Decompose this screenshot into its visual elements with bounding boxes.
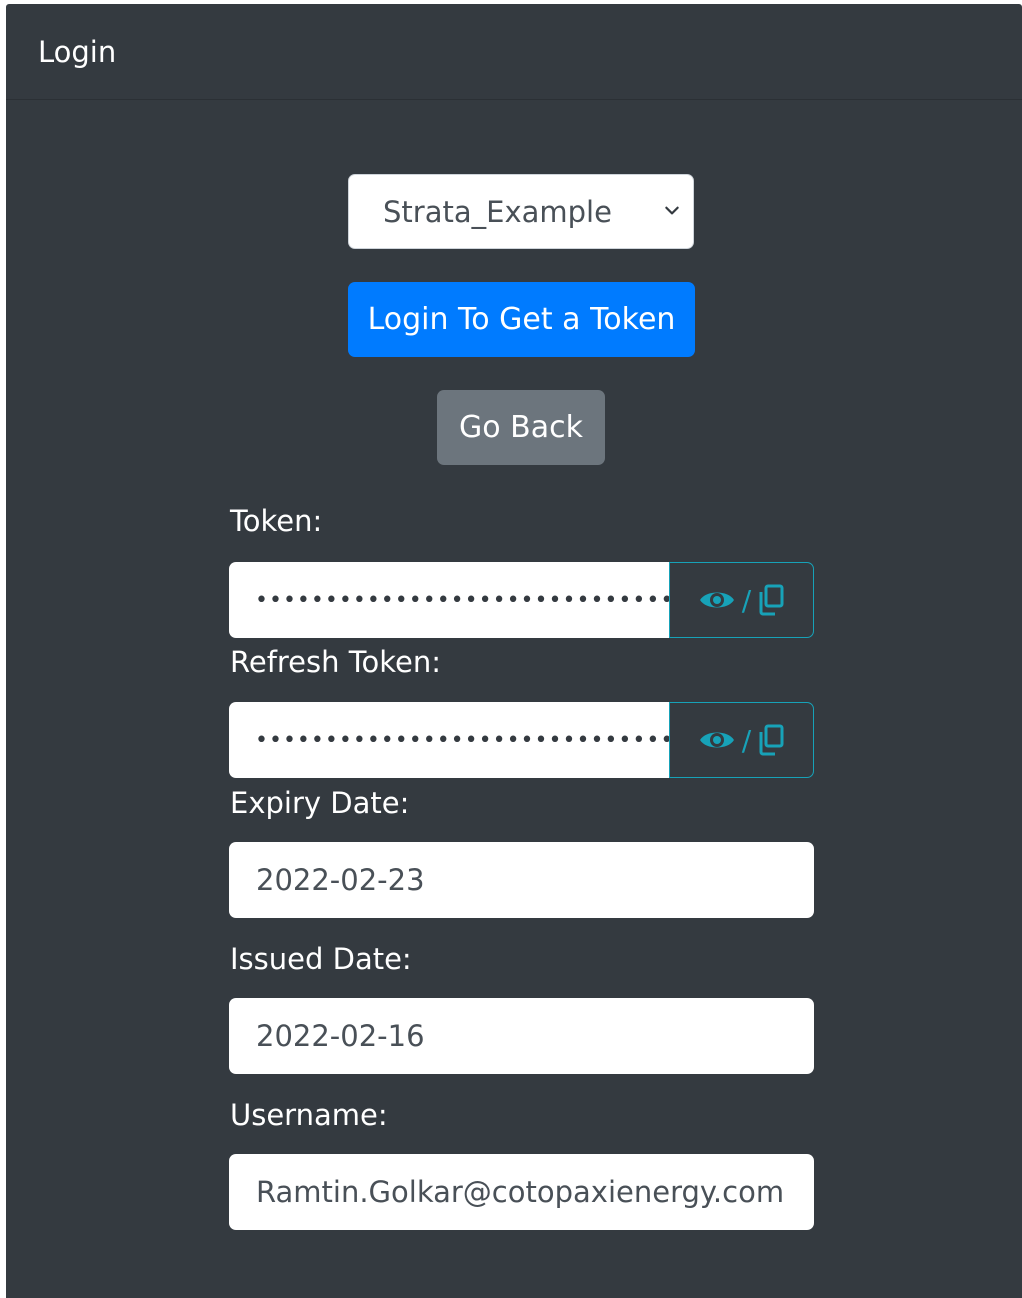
go-back-button[interactable]: Go Back [437, 390, 605, 465]
chevron-down-icon [665, 206, 679, 215]
token-label: Token: [230, 504, 323, 538]
issued-date-label: Issued Date: [230, 942, 412, 976]
expiry-date-field[interactable]: 2022-02-23 [229, 842, 814, 918]
copy-icon [759, 724, 784, 756]
separator-text: / [741, 583, 752, 617]
page-title: Login [38, 34, 117, 69]
refresh-token-field[interactable]: ••••••••••••••••••••••••••••••• [229, 702, 669, 778]
card-header: Login [6, 4, 1022, 100]
username-field[interactable]: Ramtin.Golkar@cotopaxienergy.com [229, 1154, 814, 1230]
token-field[interactable]: ••••••••••••••••••••••••••••••• [229, 562, 669, 638]
eye-icon [699, 592, 734, 608]
refresh-token-label: Refresh Token: [230, 645, 442, 679]
tenant-select[interactable]: Strata_Example [348, 174, 694, 249]
login-card: Login Strata_Example Login To Get a Toke… [6, 4, 1022, 1298]
copy-icon [759, 584, 784, 616]
eye-icon [699, 732, 734, 748]
tenant-select-value: Strata_Example [383, 194, 612, 229]
token-input-group: ••••••••••••••••••••••••••••••• / [229, 562, 814, 638]
token-reveal-copy-button[interactable]: / [669, 562, 814, 638]
refresh-token-input-group: ••••••••••••••••••••••••••••••• / [229, 702, 814, 778]
login-button[interactable]: Login To Get a Token [348, 282, 695, 357]
username-label: Username: [230, 1098, 388, 1132]
expiry-date-label: Expiry Date: [230, 786, 410, 820]
separator-text: / [741, 723, 752, 757]
issued-date-field[interactable]: 2022-02-16 [229, 998, 814, 1074]
refresh-token-reveal-copy-button[interactable]: / [669, 702, 814, 778]
